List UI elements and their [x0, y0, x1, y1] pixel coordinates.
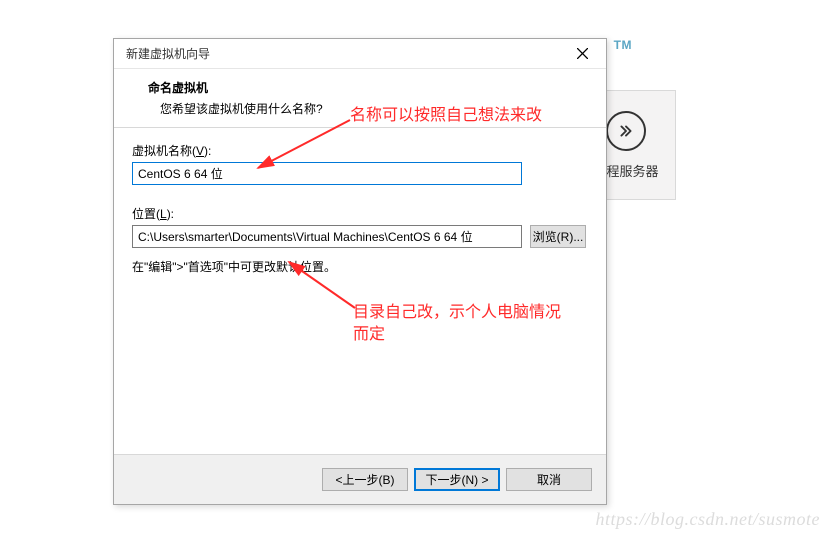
dialog-footer: <上一步(B) 下一步(N) > 取消 — [114, 454, 606, 504]
dialog-content: 虚拟机名称(V): 位置(L): 浏览(R)... 在"编辑">"首选项"中可更… — [114, 128, 606, 454]
browse-button[interactable]: 浏览(R)... — [530, 225, 586, 248]
dialog-header: 命名虚拟机 您希望该虚拟机使用什么名称? — [114, 69, 606, 128]
vm-name-label: 虚拟机名称(V): — [132, 142, 588, 159]
remote-server-icon — [606, 111, 646, 151]
dialog-titlebar: 新建虚拟机向导 — [114, 39, 606, 69]
cancel-button[interactable]: 取消 — [506, 468, 592, 491]
header-subtitle: 您希望该虚拟机使用什么名称? — [160, 100, 584, 117]
dialog-title: 新建虚拟机向导 — [126, 45, 210, 62]
next-button[interactable]: 下一步(N) > — [414, 468, 500, 491]
back-button[interactable]: <上一步(B) — [322, 468, 408, 491]
header-title: 命名虚拟机 — [148, 79, 584, 96]
location-input[interactable] — [132, 225, 522, 248]
watermark-text: https://blog.csdn.net/susmote — [596, 509, 821, 530]
new-vm-wizard-dialog: 新建虚拟机向导 命名虚拟机 您希望该虚拟机使用什么名称? 虚拟机名称(V): 位… — [113, 38, 607, 505]
close-icon — [577, 48, 588, 59]
vm-name-input[interactable] — [132, 162, 522, 185]
close-button[interactable] — [562, 41, 602, 67]
location-label: 位置(L): — [132, 205, 588, 222]
trademark-text: TM — [614, 38, 632, 52]
hint-text: 在"编辑">"首选项"中可更改默认位置。 — [132, 258, 588, 275]
